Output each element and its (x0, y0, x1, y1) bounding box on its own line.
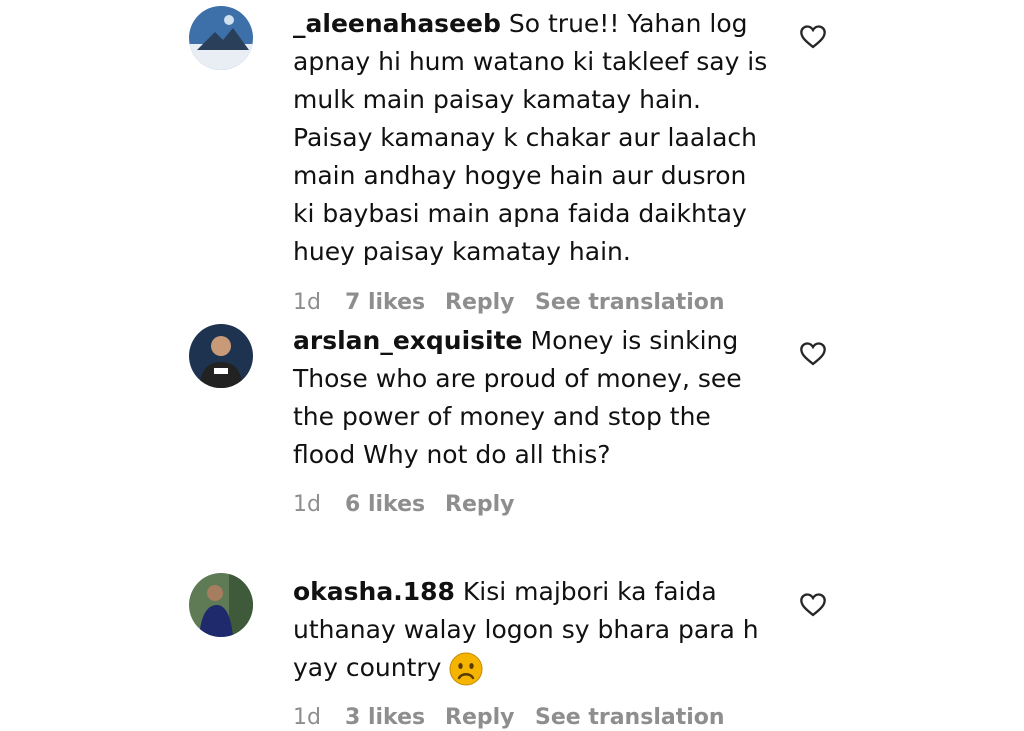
reply-button[interactable]: Reply (445, 492, 535, 517)
comment-meta: 1d 7 likes Reply See translation (293, 290, 725, 315)
heart-outline-icon[interactable] (798, 591, 828, 619)
comment-timestamp: 1d (293, 492, 321, 517)
reply-button[interactable]: Reply (445, 290, 535, 315)
see-translation-button[interactable]: See translation (535, 705, 725, 730)
see-translation-button[interactable]: See translation (535, 290, 725, 315)
comment-username[interactable]: _aleenahaseeb (293, 9, 501, 38)
comment-username[interactable]: okasha.188 (293, 577, 455, 606)
likes-count[interactable]: 3 likes (345, 705, 445, 730)
avatar[interactable] (189, 573, 253, 637)
heart-outline-icon[interactable] (798, 340, 828, 368)
avatar[interactable] (189, 324, 253, 388)
heart-outline-icon[interactable] (798, 23, 828, 51)
likes-count[interactable]: 6 likes (345, 492, 445, 517)
comment-timestamp: 1d (293, 705, 321, 730)
comment-username[interactable]: arslan_exquisite (293, 326, 523, 355)
likes-count[interactable]: 7 likes (345, 290, 445, 315)
comment-body: _aleenahaseeb So true!! Yahan log apnay h… (293, 5, 773, 271)
comment-meta: 1d 3 likes Reply See translation (293, 705, 725, 730)
comment-text: So true!! Yahan log apnay hi hum watano … (293, 9, 768, 266)
sad-face-emoji-icon (449, 652, 483, 686)
avatar[interactable] (189, 6, 253, 70)
comment-timestamp: 1d (293, 290, 321, 315)
comment-body: okasha.188 Kisi majbori ka faida uthanay … (293, 573, 773, 687)
comment-body: arslan_exquisite Money is sinking Those w… (293, 322, 773, 474)
comment-meta: 1d 6 likes Reply (293, 492, 535, 517)
reply-button[interactable]: Reply (445, 705, 535, 730)
